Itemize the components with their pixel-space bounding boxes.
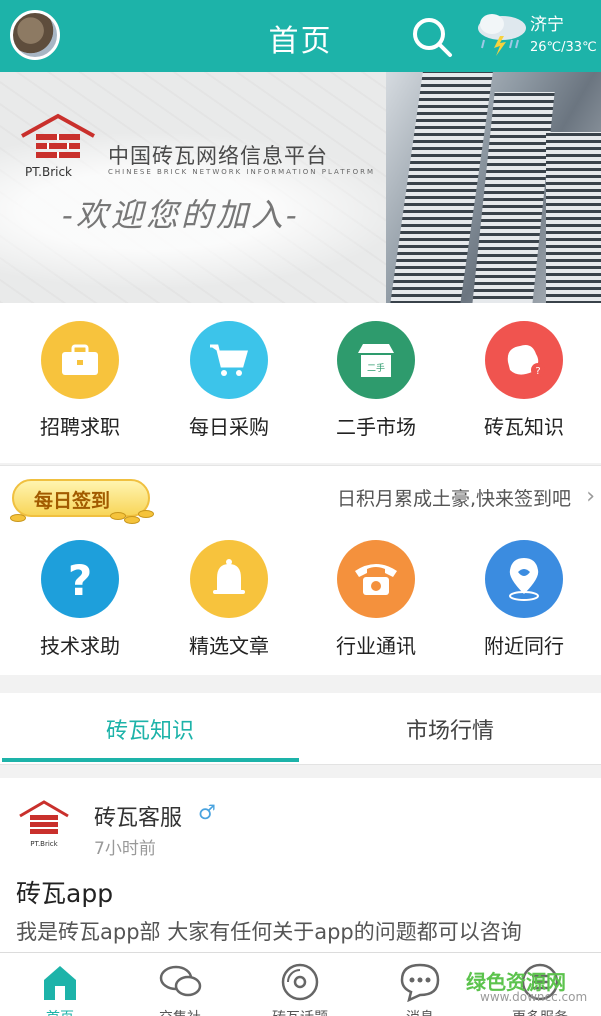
coin-icon [10,514,26,522]
grid-item-label: 技术求助 [40,634,120,658]
post-time: 7小时前 [94,839,156,859]
weather-temperature: 26℃/33℃ [530,40,597,55]
tab-market[interactable]: 市场行情 [300,713,600,745]
watermark-url: www.downcc.com [480,990,588,1004]
chevron-right-icon[interactable]: › [586,484,595,509]
grid-item-label: 精选文章 [189,634,269,658]
brand-logo-text: PT.Brick [25,165,73,179]
svg-text:二手: 二手 [367,362,385,374]
disc-icon [240,959,360,1005]
briefcase-icon [41,321,119,399]
grid-item-label: 二手市场 [336,415,416,439]
grid-item-label: 砖瓦知识 [484,415,564,439]
grid-item-newsletter[interactable]: 行业通讯 [301,540,451,659]
building-image [386,72,601,303]
feature-grid-secondary: ? 技术求助 精选文章 行业通讯 附近同行 [0,525,601,675]
author-avatar-text: PT.Brick [30,840,58,848]
signin-badge-label: 每日签到 [34,490,111,512]
chat-icon [120,959,240,1005]
phone-icon [337,540,415,618]
nav-label: 消息 [360,1007,480,1016]
grid-item-label: 附近同行 [484,634,564,658]
location-icon [485,540,563,618]
grid-item-label: 行业通讯 [336,634,416,658]
search-icon[interactable] [410,15,454,59]
post-author[interactable]: 砖瓦客服 [94,800,182,832]
coin-icon [138,510,154,518]
nav-label: 交集社 [120,1007,240,1016]
coin-icon [124,516,140,524]
nav-label: 更多服务 [480,1007,600,1016]
svg-text:?: ? [535,366,540,377]
bell-icon [190,540,268,618]
grid-item-articles[interactable]: 精选文章 [154,540,304,659]
male-icon: ♂ [198,800,216,824]
nav-home[interactable]: 首页 [0,959,120,1016]
signin-prompt: 日积月累成土豪,快来签到吧 [336,488,571,510]
message-icon [360,959,480,1005]
nav-label: 砖瓦话题 [240,1007,360,1016]
nav-label: 首页 [0,1007,120,1016]
weather-icon[interactable] [472,8,532,58]
grid-item-label: 每日采购 [189,415,269,439]
content-tabs: 砖瓦知识 市场行情 [0,693,601,765]
tab-brick-knowledge[interactable]: 砖瓦知识 [0,713,300,745]
feature-grid-primary: 招聘求职 每日采购 二手 二手市场 ? 砖瓦知识 [0,303,601,463]
knowledge-icon: ? [485,321,563,399]
nav-topics[interactable]: 砖瓦话题 [240,959,360,1016]
post-body: 我是砖瓦app部 大家有任何关于app的问题都可以咨询 [16,920,522,944]
shop-icon: 二手 [337,321,415,399]
question-icon: ? [41,540,119,618]
grid-item-tech-help[interactable]: ? 技术求助 [5,540,155,659]
header-bar: 首页 济宁 26℃/33℃ [0,0,601,72]
banner-carousel[interactable]: PT.Brick 中国砖瓦网络信息平台 CHINESE BRICK NETWOR… [0,72,601,303]
grid-item-nearby[interactable]: 附近同行 [449,540,599,659]
nav-messages[interactable]: 消息 [360,959,480,1016]
welcome-text: -欢迎您的加入- [62,196,300,234]
daily-signin-bar[interactable]: 每日签到 日积月累成土豪,快来签到吧 › [0,465,601,525]
brand-name-en: CHINESE BRICK NETWORK INFORMATION PLATFO… [108,168,375,176]
weather-city: 济宁 [530,15,564,35]
grid-item-knowledge[interactable]: ? 砖瓦知识 [449,321,599,440]
cart-icon [190,321,268,399]
grid-item-purchase[interactable]: 每日采购 [154,321,304,440]
author-avatar[interactable]: PT.Brick [16,798,72,854]
grid-item-label: 招聘求职 [40,415,120,439]
nav-community[interactable]: 交集社 [120,959,240,1016]
active-tab-indicator [2,758,299,762]
grid-item-recruit[interactable]: 招聘求职 [5,321,155,440]
svg-text:?: ? [68,557,92,601]
brand-name: 中国砖瓦网络信息平台 [108,144,328,168]
post-title[interactable]: 砖瓦app [16,874,113,910]
grid-item-secondhand[interactable]: 二手 二手市场 [301,321,451,440]
post-card[interactable]: PT.Brick 砖瓦客服 ♂ 7小时前 砖瓦app 我是砖瓦app部 大家有任… [0,778,601,952]
app-screen: 首页 济宁 26℃/33℃ PT.Brick 中国砖瓦网络信息平台 CHINES… [0,0,601,1016]
home-icon [0,959,120,1005]
signin-badge[interactable]: 每日签到 [12,479,150,517]
